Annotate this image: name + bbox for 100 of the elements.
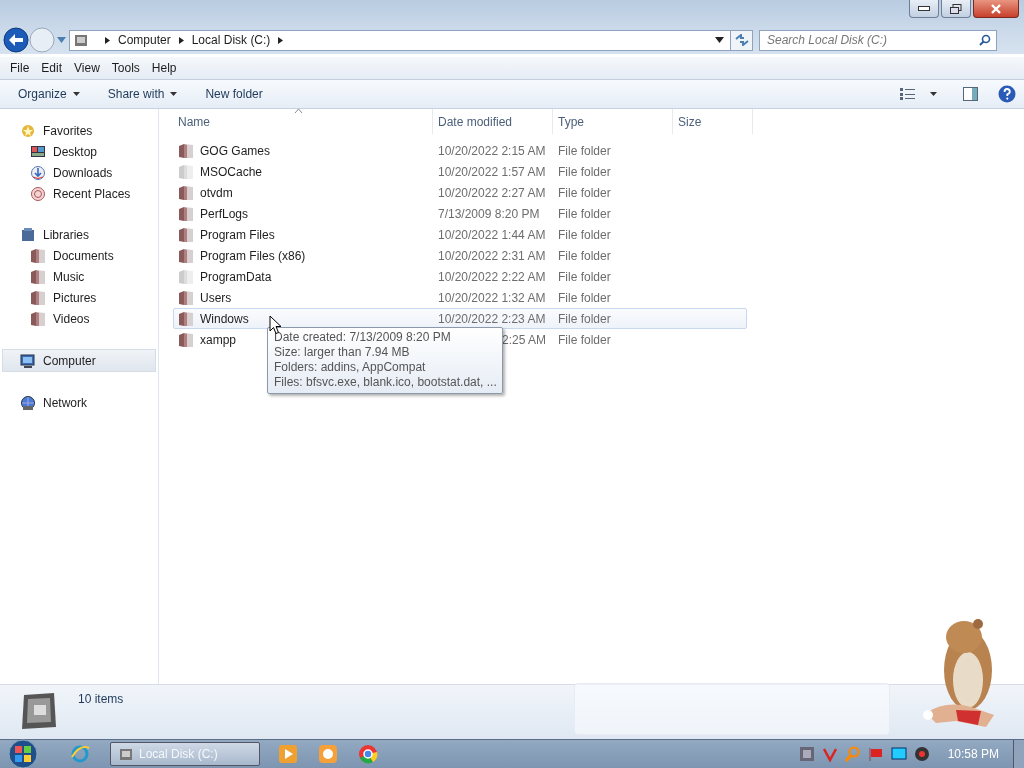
file-name[interactable]: MSOCache: [200, 164, 263, 179]
sidebar-item[interactable]: Network: [0, 392, 158, 413]
date-cell: 10/20/2022 1:57 AM: [438, 164, 546, 179]
column-header[interactable]: Type: [553, 109, 673, 134]
folder-icon: [178, 226, 194, 243]
menu-item[interactable]: View: [68, 61, 106, 75]
type-cell: File folder: [558, 227, 611, 242]
help-icon[interactable]: [998, 85, 1016, 103]
sidebar-item[interactable]: Music: [0, 266, 158, 287]
file-name[interactable]: xampp: [200, 332, 237, 347]
menu-item[interactable]: Help: [145, 61, 183, 75]
dropdown-icon[interactable]: [715, 37, 724, 43]
date-cell: 10/20/2022 2:23 AM: [438, 311, 546, 326]
folder-icon: [178, 205, 194, 222]
computer-icon: [20, 352, 36, 369]
chevron-icon[interactable]: [278, 36, 284, 44]
show-desktop-button[interactable]: [1013, 740, 1024, 768]
folder-icon: [30, 289, 46, 306]
file-name[interactable]: Windows: [200, 311, 249, 326]
restore-button[interactable]: [941, 0, 971, 18]
file-name[interactable]: Users: [200, 290, 232, 305]
drive-icon: [73, 32, 89, 48]
play-icon[interactable]: [278, 744, 298, 764]
sidebar-item[interactable]: Pictures: [0, 287, 158, 308]
breadcrumb-item[interactable]: Local Disk (C:): [191, 33, 271, 47]
chrome-icon[interactable]: [358, 744, 378, 764]
start-button[interactable]: [6, 739, 40, 768]
caret-icon[interactable]: [930, 92, 937, 96]
sidebar-item[interactable]: Documents: [0, 245, 158, 266]
preview-pane-icon[interactable]: [963, 87, 978, 101]
sidebar-item[interactable]: Favorites: [0, 120, 158, 141]
column-header[interactable]: Name: [173, 109, 433, 134]
file-name[interactable]: ProgramData: [200, 269, 272, 284]
sidebar-item[interactable]: Recent Places: [0, 183, 158, 204]
file-name[interactable]: GOG Games: [200, 143, 270, 158]
date-cell: 10/20/2022 2:27 AM: [438, 185, 546, 200]
history-dropdown-icon[interactable]: [57, 37, 66, 43]
app-icon[interactable]: [318, 744, 338, 764]
type-cell: File folder: [558, 248, 611, 263]
monitor-icon[interactable]: [890, 746, 907, 762]
menu-item[interactable]: File: [4, 61, 36, 75]
tooltip-line: Size: larger than 7.94 MB: [274, 345, 411, 360]
sidebar-item[interactable]: Libraries: [0, 224, 158, 245]
folder-icon: [178, 331, 194, 348]
type-cell: File folder: [558, 185, 611, 200]
file-name[interactable]: PerfLogs: [200, 206, 249, 221]
tooltip-line: Date created: 7/13/2009 8:20 PM: [274, 330, 452, 345]
toolbar-button[interactable]: Organize: [10, 84, 88, 104]
sidebar-item[interactable]: Downloads: [0, 162, 158, 183]
sidebar-item[interactable]: Desktop: [0, 141, 158, 162]
file-name[interactable]: otvdm: [200, 185, 233, 200]
caret-icon: [72, 92, 80, 96]
desktop-icon: [30, 143, 46, 160]
type-cell: File folder: [558, 311, 611, 326]
toolbar-button[interactable]: New folder: [197, 84, 271, 104]
file-name[interactable]: Program Files (x86): [200, 248, 306, 263]
close-button[interactable]: [973, 0, 1019, 18]
column-header[interactable]: Date modified: [433, 109, 553, 134]
search-field[interactable]: Search Local Disk (C:): [759, 29, 997, 51]
back-button[interactable]: [3, 27, 29, 53]
library-icon: [20, 226, 36, 243]
breadcrumb-item[interactable]: Computer: [118, 33, 171, 47]
star-icon: [20, 122, 36, 139]
folder-icon: [30, 268, 46, 285]
file-row[interactable]: Windows 10/20/2022 2:23 AM File folder: [173, 308, 747, 329]
date-cell: 2:25 AM: [502, 332, 547, 347]
close-icon[interactable]: [990, 3, 1002, 14]
restore-icon[interactable]: [950, 3, 962, 14]
toolbar-button[interactable]: Share with: [99, 84, 186, 104]
tooltip-line: Folders: addins, AppCompat: [274, 360, 427, 375]
date-cell: 7/13/2009 8:20 PM: [438, 206, 540, 221]
download-icon: [30, 164, 46, 181]
column-header[interactable]: Size: [673, 109, 753, 134]
search-icon[interactable]: [979, 33, 991, 46]
sidebar-item[interactable]: Videos: [0, 308, 158, 329]
folder-icon: [178, 289, 194, 306]
drive-icon: [119, 747, 133, 761]
sidebar-item[interactable]: Computer: [2, 349, 156, 372]
date-cell: 10/20/2022 1:44 AM: [438, 227, 546, 242]
address-bar[interactable]: Computer Local Disk (C:): [69, 29, 731, 51]
folder-icon: [178, 247, 194, 264]
chevron-icon[interactable]: [105, 36, 110, 44]
caret-icon: [170, 92, 178, 96]
file-name[interactable]: Program Files: [200, 227, 275, 242]
type-cell: File folder: [558, 206, 611, 221]
folder-icon: [30, 310, 46, 327]
refresh-icon[interactable]: [734, 34, 749, 46]
date-cell: 10/20/2022 2:22 AM: [438, 269, 546, 284]
chevron-icon[interactable]: [178, 36, 184, 44]
minimize-button[interactable]: [909, 0, 939, 18]
folder-icon: [178, 184, 194, 201]
date-cell: 10/20/2022 1:32 AM: [438, 290, 546, 305]
menu-item[interactable]: Tools: [105, 61, 146, 75]
menu-item[interactable]: Edit: [35, 61, 69, 75]
type-cell: File folder: [558, 164, 611, 179]
view-list-icon[interactable]: [900, 88, 916, 100]
refresh-button[interactable]: [731, 29, 753, 51]
item-count: 10 items: [78, 692, 124, 706]
type-cell: File folder: [558, 143, 611, 158]
type-cell: File folder: [558, 269, 611, 284]
